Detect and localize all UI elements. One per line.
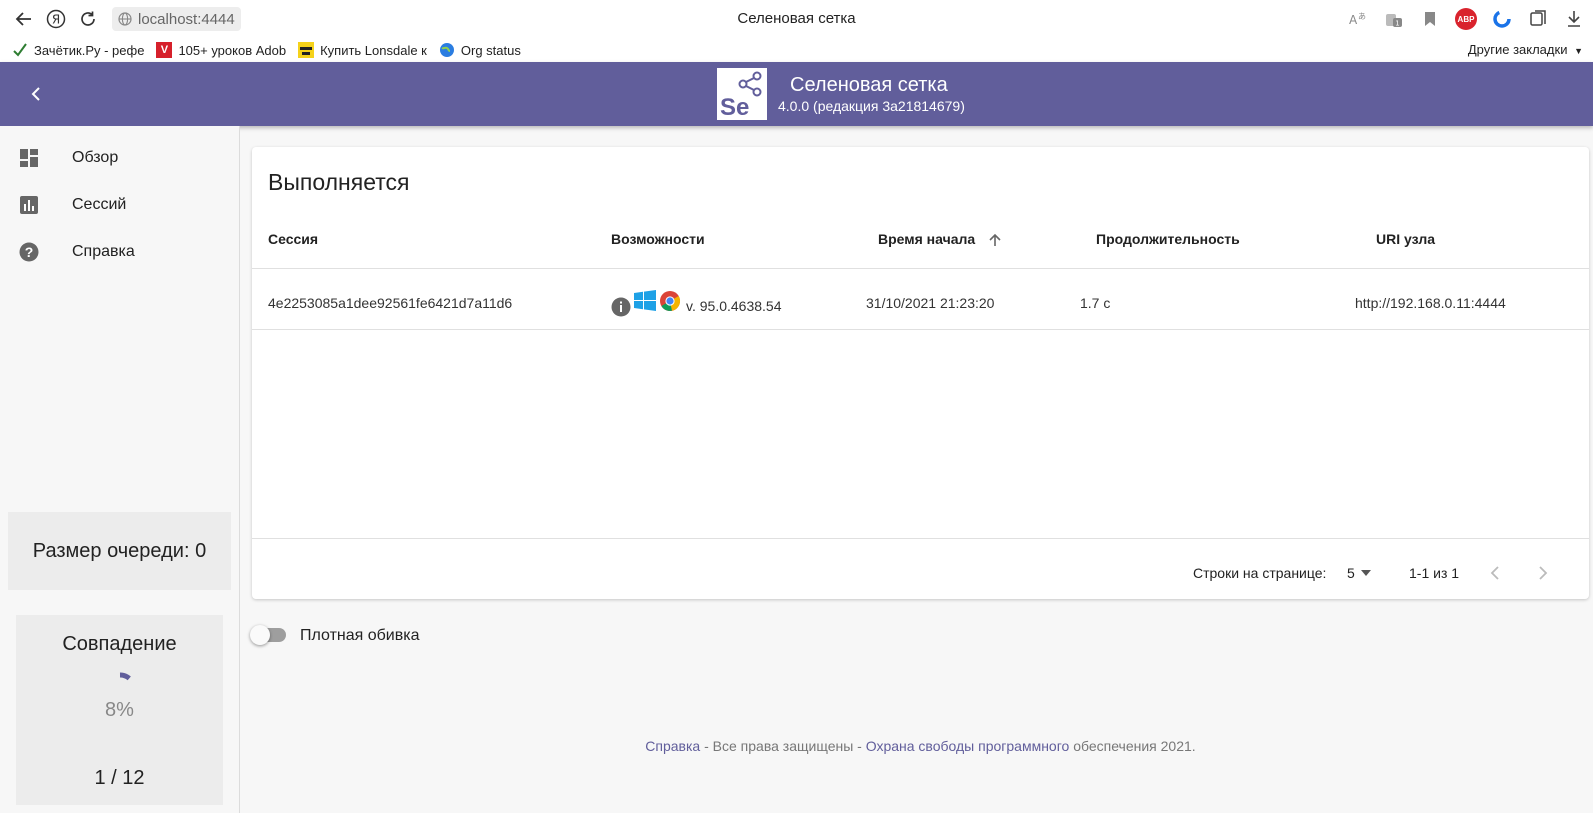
chrome-icon: [660, 291, 681, 311]
toggle-thumb: [250, 625, 270, 645]
app-header: Se Селеновая сетка 4.0.0 (редакция 3a218…: [0, 62, 1593, 126]
rows-per-page-select[interactable]: 5: [1347, 565, 1371, 581]
svg-text:Я: Я: [52, 13, 60, 27]
v-logo-icon: V: [156, 42, 173, 58]
bookmark-item[interactable]: Org status: [427, 42, 521, 58]
match-card: Совпадение 8% 1 / 12: [16, 615, 223, 805]
running-sessions-card: Выполняется Сессия Возможности Время нач…: [252, 147, 1589, 599]
session-id[interactable]: 4e2253085a1dee92561fe6421d7a11d6: [268, 295, 512, 311]
header-divider: [252, 268, 1589, 269]
dense-padding-toggle[interactable]: [250, 625, 288, 645]
rows-per-page-label: Строки на странице:: [1193, 565, 1327, 581]
duration: 1.7 с: [1080, 295, 1111, 311]
translate-icon[interactable]: Aあ: [1347, 8, 1369, 30]
footer: Справка - Все права защищены - Охрана св…: [252, 738, 1589, 754]
bookmark-label: Org status: [460, 42, 521, 58]
column-header-start-time[interactable]: Время начала: [878, 231, 1001, 247]
card-title: Выполняется: [268, 169, 410, 195]
svg-text:1: 1: [1395, 20, 1399, 28]
sidebar-item-overview[interactable]: Обзор: [0, 134, 239, 182]
footer-tail: обеспечения 2021.: [1069, 738, 1196, 754]
sidebar-item-label: Обзор: [72, 149, 119, 166]
browser-actions: Aあ 1 ABP: [1347, 4, 1585, 34]
queue-size: Размер очереди: 0: [8, 512, 231, 590]
column-header-label: Время начала: [878, 231, 976, 247]
node-uri[interactable]: http://192.168.0.11:4444: [1355, 295, 1506, 311]
match-percent: 8%: [105, 699, 134, 721]
bookmark-label: 105+ уроков Adob: [178, 42, 287, 58]
dashboard-icon: [18, 147, 40, 169]
svg-text:A: A: [1349, 13, 1358, 27]
address-bar[interactable]: localhost:4444: [112, 7, 241, 31]
column-header-node-uri[interactable]: URI узла: [1376, 231, 1435, 247]
svg-text:あ: あ: [1358, 12, 1366, 21]
windows-icon: [634, 290, 656, 311]
prev-page-icon[interactable]: [1483, 561, 1507, 585]
url-text: localhost:4444: [138, 10, 235, 28]
sidebar-item-sessions[interactable]: Сессий: [0, 181, 239, 229]
adblock-icon[interactable]: ABP: [1455, 8, 1477, 30]
column-header-session[interactable]: Сессия: [268, 231, 318, 247]
help-icon: ?: [18, 241, 40, 263]
yandex-icon[interactable]: Я: [40, 4, 72, 34]
collections-icon[interactable]: [1527, 8, 1549, 30]
bookmark-item[interactable]: Купить Lonsdale к: [286, 42, 427, 58]
selenium-logo: Se: [717, 68, 767, 121]
loader-extension-icon[interactable]: [1491, 8, 1513, 30]
match-title: Совпадение: [62, 633, 177, 655]
svg-text:?: ?: [25, 244, 34, 260]
column-header-duration[interactable]: Продолжительность: [1096, 231, 1240, 247]
bookmark-icon[interactable]: [1419, 8, 1441, 30]
spy-icon: [298, 42, 315, 58]
help-link[interactable]: Справка: [645, 738, 700, 754]
capabilities-cell: v. 95.0.4638.54: [611, 285, 781, 317]
caret-down-icon: [1360, 570, 1371, 576]
bookmark-item[interactable]: Зачётик.Ру - рефе: [0, 42, 144, 58]
sort-ascending-icon[interactable]: [989, 233, 1001, 247]
other-bookmarks[interactable]: Другие закладки ▼: [1468, 42, 1583, 57]
dense-padding-label: Плотная обивка: [300, 627, 420, 644]
page-range: 1-1 из 1: [1409, 565, 1460, 581]
sidebar: Обзор Сессий ? Справка Размер очереди: 0…: [0, 126, 240, 813]
chevron-left-icon[interactable]: [22, 80, 50, 108]
download-icon[interactable]: [1563, 8, 1585, 30]
bookmark-label: Зачётик.Ру - рефе: [34, 42, 145, 58]
next-page-icon[interactable]: [1531, 561, 1555, 585]
match-count: 1 / 12: [94, 767, 145, 789]
sidebar-item-help[interactable]: ? Справка: [0, 228, 239, 276]
info-icon[interactable]: [611, 297, 631, 317]
back-arrow-icon[interactable]: [8, 4, 40, 34]
sfc-link[interactable]: Охрана свободы программного: [866, 738, 1070, 754]
sidebar-item-label: Сессий: [72, 196, 127, 213]
footer-divider: [252, 538, 1589, 539]
match-gauge: [119, 672, 137, 688]
logo-text: Se: [720, 94, 749, 120]
bookmark-label: Купить Lonsdale к: [320, 42, 427, 58]
page-title: Селеновая сетка: [790, 74, 948, 96]
other-bookmarks-label: Другие закладки: [1467, 42, 1568, 57]
column-header-capabilities[interactable]: Возможности: [611, 231, 705, 247]
rows-per-page-value: 5: [1347, 565, 1355, 581]
bookmarks-bar: Зачётик.Ру - рефе V 105+ уроков Adob Куп…: [0, 38, 1593, 62]
row-divider: [252, 329, 1589, 330]
bookmark-item[interactable]: V 105+ уроков Adob: [144, 42, 286, 58]
version-subtitle: 4.0.0 (редакция 3a21814679): [778, 98, 965, 114]
caret-down-icon: ▼: [1574, 46, 1583, 56]
globe-icon: [439, 42, 455, 58]
extension-badge-icon[interactable]: 1: [1383, 8, 1405, 30]
globe-icon: [118, 12, 132, 26]
start-time: 31/10/2021 21:23:20: [866, 295, 995, 311]
footer-rights: - Все права защищены -: [700, 738, 866, 754]
check-icon: [12, 42, 28, 58]
reload-icon[interactable]: [72, 4, 104, 34]
browser-version: v. 95.0.4638.54: [686, 298, 782, 314]
sidebar-item-label: Справка: [72, 243, 135, 260]
bar-chart-icon: [18, 194, 40, 216]
